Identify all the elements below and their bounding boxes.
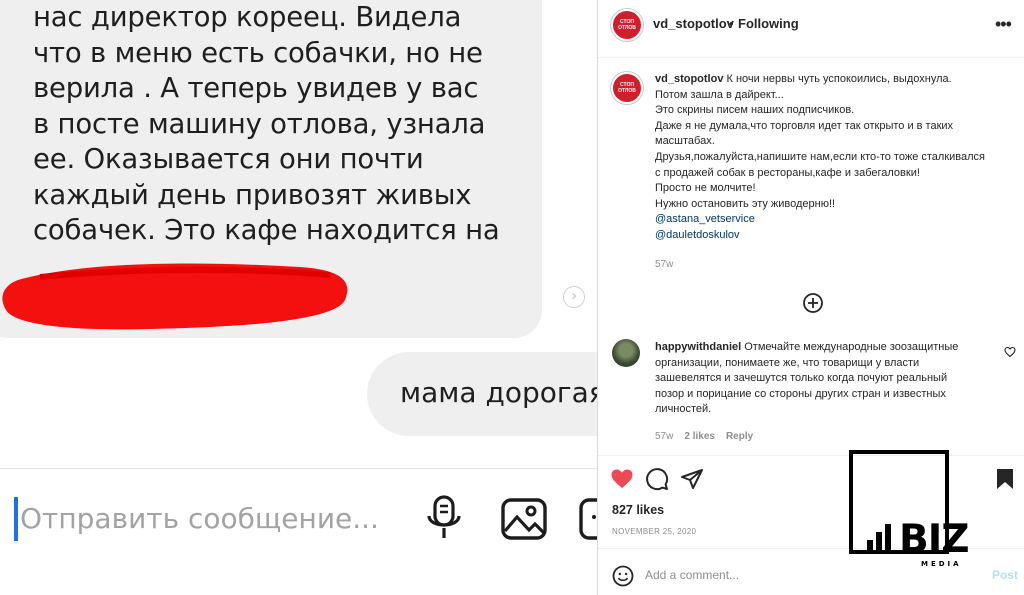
post-comment-button[interactable]: Post [992, 568, 1018, 582]
chat-screenshot: нас директор кореец. Видела что в меню е… [0, 0, 597, 595]
logo-brand: BIZ [899, 517, 970, 562]
forward-arrow-icon[interactable]: › [563, 286, 585, 308]
comment-line: позор и порицание со стороны других стра… [655, 387, 946, 400]
save-bookmark-icon[interactable] [995, 467, 1015, 491]
post-caption: vd_stopotlov К ночи нервы чуть успокоили… [655, 72, 1015, 244]
caption-line: масштабах. [655, 135, 715, 148]
avatar[interactable]: СТОП ОТЛОВ [611, 9, 643, 41]
incoming-message-text: нас директор кореец. Видела что в меню е… [33, 0, 553, 249]
comment-timestamp[interactable]: 57w [655, 431, 673, 442]
caption-line: Друзья,пожалуйста,напишите нам,если кто-… [655, 150, 985, 163]
outgoing-message-text: мама дорогая [400, 376, 597, 409]
header-divider [598, 57, 1024, 58]
caption-line: Даже я не думала,что торговля идет так о… [655, 119, 954, 132]
mention-link[interactable]: @dauletdoskulov [655, 228, 1015, 244]
post-date: NOVEMBER 25, 2020 [612, 527, 697, 536]
caption-line: Это скрины писем наших подписчиков. [655, 104, 855, 117]
caption-line: К ночи нервы чуть успокоились, выдохнула… [726, 73, 952, 85]
message-line: что в меню есть собачки, но не [33, 36, 483, 69]
comment: happywithdaniel Отмечайте международные … [655, 340, 991, 418]
share-send-icon[interactable] [680, 467, 704, 491]
caption-username[interactable]: vd_stopotlov [655, 73, 723, 85]
message-input[interactable]: Отправить сообщение... [20, 502, 379, 535]
red-redaction-scribble [2, 263, 348, 330]
watermark-logo: BIZ MEDIA [845, 450, 995, 570]
reply-button[interactable]: Reply [726, 431, 753, 442]
comment-likes[interactable]: 2 likes [684, 431, 715, 442]
more-horizontal-icon[interactable]: ••• [995, 14, 1012, 35]
message-line: в посте машину отлова, узнала [33, 107, 486, 140]
commenter-avatar[interactable] [612, 339, 640, 367]
message-line: каждый день привозят живых [33, 178, 472, 211]
caption-line: с продажей собак в рестораны,кафе и забе… [655, 166, 920, 179]
image-icon[interactable] [500, 497, 548, 541]
comment-username[interactable]: happywithdaniel [655, 341, 741, 353]
header-username[interactable]: vd_stopotlov [653, 16, 734, 31]
header-separator: • [729, 16, 734, 31]
add-comment-input[interactable]: Add a comment... [645, 568, 739, 582]
emoji-icon[interactable] [612, 565, 634, 587]
avatar-logo-text: СТОП ОТЛОВ [618, 19, 636, 31]
avatar-logo-text: СТОП ОТЛОВ [618, 82, 636, 94]
comment-line: организации, понимаете же, что товарищи … [655, 356, 920, 369]
text-cursor [14, 497, 18, 541]
message-line: нас директор кореец. Видела [33, 1, 462, 33]
message-line: собачек. Это кафе находится на [33, 214, 500, 246]
comment-like-heart-icon[interactable] [1004, 346, 1016, 358]
comment-line: Отмечайте международные зоозащитные [744, 341, 959, 353]
caption-timestamp[interactable]: 57w [655, 259, 673, 270]
caption-avatar[interactable]: СТОП ОТЛОВ [611, 72, 643, 104]
following-button[interactable]: Following [738, 16, 799, 31]
message-line: верила . А теперь увидев у вас [33, 72, 479, 104]
logo-subtitle: MEDIA [921, 560, 962, 568]
logo-bars-icon [867, 524, 891, 554]
message-line: ее. Оказывается они почти [33, 143, 424, 175]
caption-line: Нужно остановить эту живодерню!! [655, 197, 836, 210]
like-heart-icon[interactable] [610, 467, 634, 491]
sticker-icon[interactable] [578, 497, 597, 541]
plus-circle-icon[interactable] [802, 292, 824, 314]
comment-line: личностей. [655, 403, 712, 416]
caption-line: Просто не молчите! [655, 182, 756, 195]
comment-line: зашевелятся и зачешутся только когда поч… [655, 372, 948, 385]
microphone-icon[interactable] [426, 494, 462, 542]
comment-meta: 57w 2 likes Reply [655, 431, 764, 442]
caption-line: Потом зашла в дайрект... [655, 88, 784, 101]
comment-bubble-icon[interactable] [645, 467, 669, 491]
composer-divider [0, 468, 597, 469]
likes-count[interactable]: 827 likes [612, 503, 664, 517]
mention-link[interactable]: @astana_vetservice [655, 212, 1015, 228]
